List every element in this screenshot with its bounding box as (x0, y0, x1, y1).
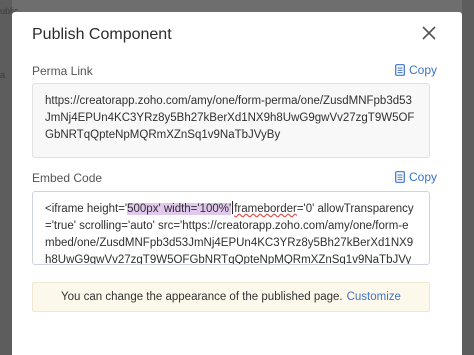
modal-title: Publish Component (32, 26, 172, 43)
embed-code-textarea[interactable]: <iframe height='500px' width='100%' frame… (32, 191, 430, 265)
backdrop-left: ublic a (0, 0, 19, 355)
copy-icon (395, 64, 405, 76)
backdrop-right (462, 0, 474, 355)
info-banner: You can change the appearance of the pub… (32, 282, 430, 312)
copy-label: Copy (409, 63, 438, 77)
copy-label: Copy (409, 170, 438, 184)
embed-code-label: Embed Code (32, 171, 103, 185)
perma-link-value: https://creatorapp.zoho.com/amy/one/form… (45, 95, 415, 141)
embed-code-copy-button[interactable]: Copy (395, 170, 437, 184)
info-text: You can change the appearance of the pub… (61, 291, 343, 303)
backdrop-text: a (0, 70, 6, 80)
perma-link-copy-button[interactable]: Copy (395, 63, 437, 77)
perma-link-label: Perma Link (32, 64, 93, 78)
perma-link-field[interactable]: https://creatorapp.zoho.com/amy/one/form… (32, 83, 430, 158)
publish-component-modal: Publish Component Perma Link Copy https:… (12, 12, 462, 355)
close-button[interactable] (422, 26, 438, 42)
close-icon (422, 26, 436, 40)
embed-code-prefix: <iframe height=' (45, 203, 128, 215)
copy-icon (395, 171, 405, 183)
embed-code-spell-error: frameborder (234, 203, 297, 215)
customize-link[interactable]: Customize (347, 291, 401, 303)
embed-code-selection: 500px' width='100%' (127, 203, 232, 215)
